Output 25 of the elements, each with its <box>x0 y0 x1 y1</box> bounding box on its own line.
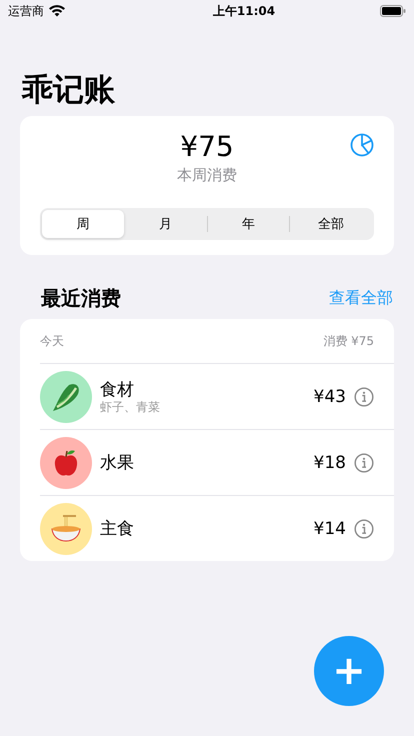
info-icon[interactable] <box>354 518 374 538</box>
period-tab[interactable]: 周 <box>42 210 124 238</box>
period-tab[interactable]: 月 <box>124 210 206 238</box>
category-detail: 虾子、青菜 <box>100 400 161 414</box>
info-icon[interactable] <box>354 386 374 406</box>
week-total: ¥75 <box>180 130 234 164</box>
wifi-icon <box>49 5 65 17</box>
section-title: 最近消费 <box>41 284 121 312</box>
status-time: 上午11:04 <box>212 2 276 20</box>
category-name: 食材 <box>100 380 135 400</box>
day-total: 消费 ¥75 <box>323 332 374 350</box>
expense-amount: ¥14 <box>314 518 346 538</box>
app-title: 乖记账 <box>22 71 116 110</box>
category-name: 水果 <box>100 452 135 472</box>
period-tab[interactable]: 全部 <box>290 210 372 238</box>
battery-icon <box>380 5 406 17</box>
period-tab[interactable]: 年 <box>208 210 290 238</box>
category-name: 主食 <box>100 518 135 538</box>
expense-amount: ¥18 <box>314 452 346 472</box>
pie-chart-icon[interactable] <box>350 133 374 157</box>
info-icon[interactable] <box>354 452 374 472</box>
week-total-label: 本周消费 <box>177 166 237 185</box>
carrier-name: 运营商 <box>8 2 44 20</box>
expense-amount: ¥43 <box>314 386 346 406</box>
day-label: 今天 <box>40 332 64 350</box>
